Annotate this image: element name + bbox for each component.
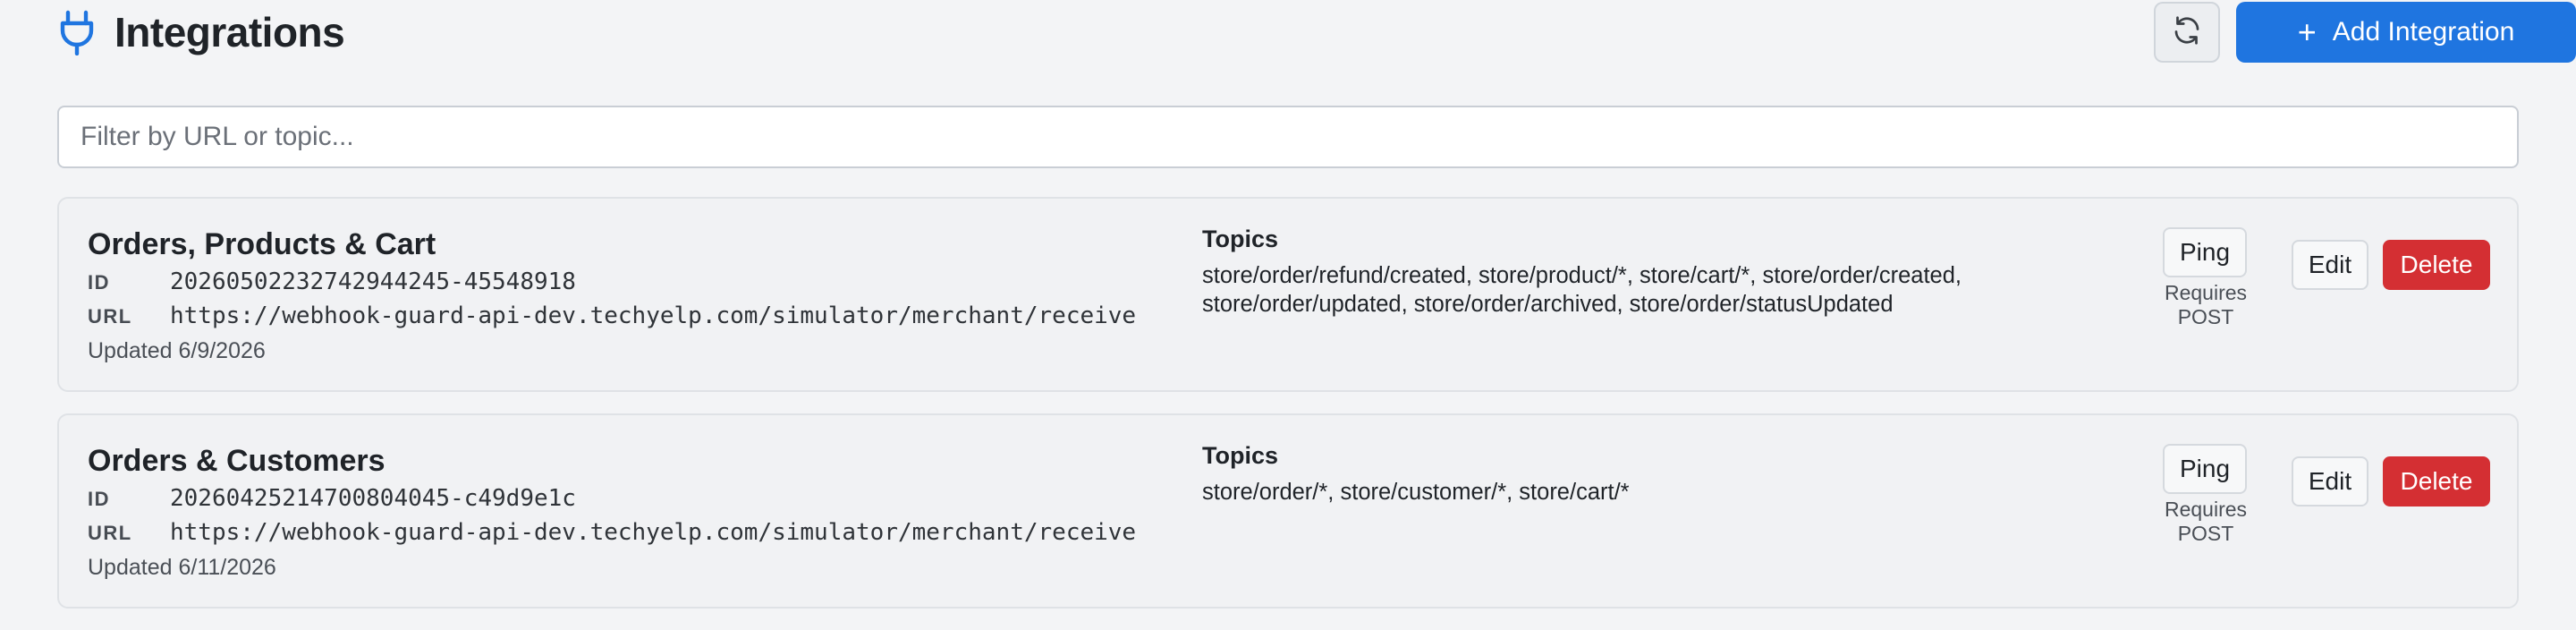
url-row: URL https://webhook-guard-api-dev.techye… — [88, 302, 1136, 329]
updated-date: Updated 6/11/2026 — [88, 555, 276, 580]
add-integration-label: Add Integration — [2332, 17, 2515, 47]
id-label: ID — [88, 271, 110, 294]
integration-card: Orders & Customers ID 202604252147008040… — [57, 413, 2519, 609]
page-title: Integrations — [114, 9, 345, 55]
refresh-button[interactable] — [2154, 2, 2220, 63]
delete-button[interactable]: Delete — [2383, 456, 2490, 507]
filter-input[interactable] — [57, 106, 2519, 168]
integration-card: Orders, Products & Cart ID 2026050223274… — [57, 197, 2519, 392]
integration-id: 20260502232742944245-45548918 — [170, 268, 576, 295]
plug-icon — [57, 9, 97, 56]
page-header: Integrations + Add Integration — [57, 0, 2576, 64]
integration-url: https://webhook-guard-api-dev.techyelp.c… — [170, 519, 1137, 546]
edit-button[interactable]: Edit — [2292, 240, 2368, 290]
url-label: URL — [88, 522, 132, 544]
topics-list: store/order/*, store/customer/*, store/c… — [1202, 480, 1630, 505]
topics-list: store/order/refund/created, store/produc… — [1202, 263, 1962, 317]
integration-name: Orders & Customers — [88, 444, 386, 478]
delete-button[interactable]: Delete — [2383, 240, 2490, 290]
url-label: URL — [88, 305, 132, 328]
ping-note: Requires POST — [2164, 281, 2248, 328]
id-label: ID — [88, 488, 110, 510]
integration-name: Orders, Products & Cart — [88, 227, 436, 261]
id-row: ID 20260425214700804045-c49d9e1c — [88, 485, 576, 512]
refresh-icon — [2171, 14, 2203, 51]
ping-note: Requires POST — [2164, 498, 2248, 545]
integration-id: 20260425214700804045-c49d9e1c — [170, 485, 576, 512]
edit-button[interactable]: Edit — [2292, 456, 2368, 507]
topics-label: Topics — [1202, 226, 1279, 252]
url-row: URL https://webhook-guard-api-dev.techye… — [88, 519, 1136, 546]
id-row: ID 20260502232742944245-45548918 — [88, 268, 576, 295]
plus-icon: + — [2297, 13, 2317, 50]
ping-button[interactable]: Ping — [2163, 227, 2247, 277]
integration-url: https://webhook-guard-api-dev.techyelp.c… — [170, 302, 1137, 329]
title-group: Integrations — [57, 7, 345, 57]
topics-label: Topics — [1202, 442, 1279, 469]
ping-button[interactable]: Ping — [2163, 444, 2247, 494]
updated-date: Updated 6/9/2026 — [88, 338, 266, 363]
integrations-page: Integrations + Add Integration Orders, P… — [0, 0, 2576, 630]
add-integration-button[interactable]: + Add Integration — [2236, 2, 2576, 63]
